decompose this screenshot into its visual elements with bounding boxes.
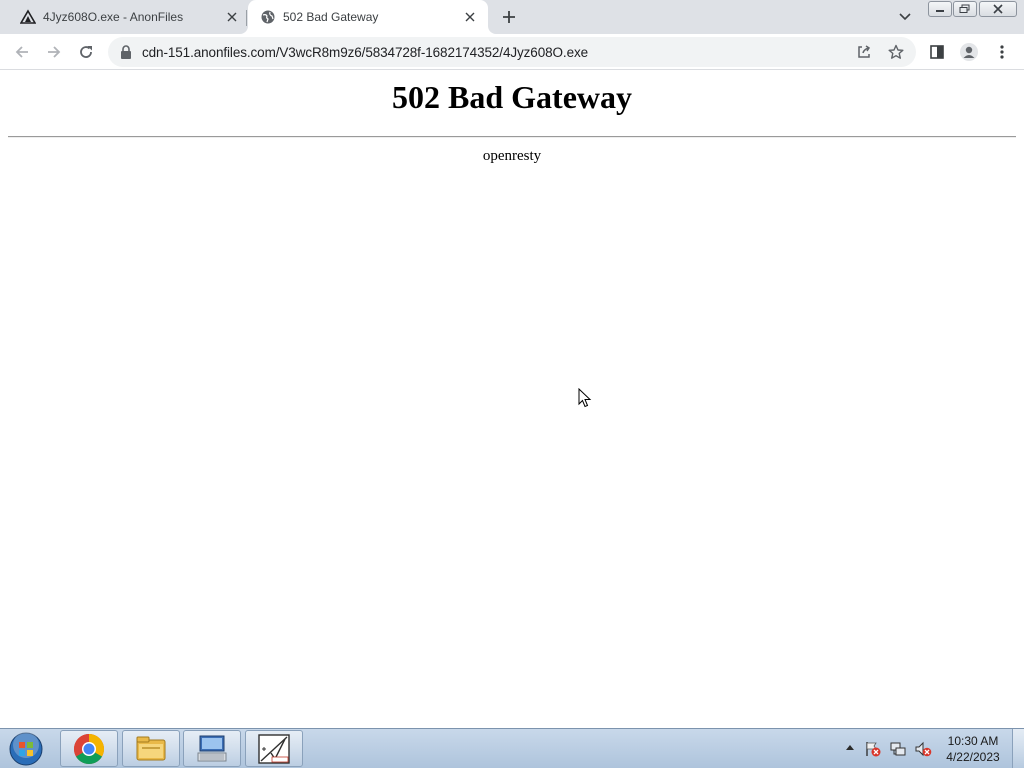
- share-button[interactable]: [854, 42, 874, 62]
- address-bar[interactable]: cdn-151.anonfiles.com/V3wcR8m9z6/5834728…: [108, 37, 916, 67]
- tab-title: 502 Bad Gateway: [283, 10, 379, 24]
- close-window-button[interactable]: [979, 1, 1017, 17]
- side-panel-button[interactable]: [925, 40, 949, 64]
- restore-button[interactable]: [953, 1, 977, 17]
- volume-muted-icon[interactable]: [914, 740, 932, 758]
- system-clock[interactable]: 10:30 AM 4/22/2023: [938, 733, 1008, 765]
- action-center-flag-icon[interactable]: [864, 740, 882, 758]
- globe-icon: [261, 10, 275, 24]
- clock-date: 4/22/2023: [946, 750, 1000, 764]
- close-tab-icon[interactable]: [462, 9, 478, 25]
- taskbar-remote-desktop-button[interactable]: [183, 730, 241, 767]
- minimize-button[interactable]: [928, 1, 952, 17]
- menu-button[interactable]: [990, 40, 1014, 64]
- start-button[interactable]: [6, 731, 46, 767]
- star-icon: [888, 44, 904, 59]
- network-icon[interactable]: [889, 740, 907, 758]
- bookmark-button[interactable]: [886, 42, 906, 62]
- anonfiles-logo-icon: [20, 9, 36, 24]
- taskbar-app-button[interactable]: [245, 730, 303, 767]
- page-title: 502 Bad Gateway: [392, 79, 632, 115]
- server-name: openresty: [482, 148, 542, 164]
- browser-toolbar: cdn-151.anonfiles.com/V3wcR8m9z6/5834728…: [0, 34, 1024, 70]
- tab-anonfiles[interactable]: 4Jyz608O.exe - AnonFiles: [8, 0, 246, 34]
- tab-strip: 4Jyz608O.exe - AnonFiles 502 Bad Gateway: [0, 0, 1024, 34]
- kebab-menu-icon: [1000, 45, 1004, 59]
- tab-separator: [246, 10, 247, 26]
- app-icon: [258, 733, 290, 764]
- arrow-left-icon: [15, 46, 28, 58]
- lock-icon[interactable]: [120, 45, 132, 59]
- windows-start-orb-icon: [9, 732, 43, 766]
- new-tab-button[interactable]: [497, 5, 521, 29]
- file-explorer-icon: [136, 736, 166, 760]
- chevron-up-icon: [846, 745, 854, 750]
- show-desktop-button[interactable]: [1012, 729, 1024, 768]
- taskbar-explorer-button[interactable]: [122, 730, 180, 767]
- reload-icon: [80, 46, 92, 58]
- tab-title: 4Jyz608O.exe - AnonFiles: [43, 10, 184, 24]
- arrow-right-icon: [48, 46, 61, 58]
- taskbar-chrome-button[interactable]: [60, 730, 118, 767]
- reload-button[interactable]: [74, 40, 98, 64]
- taskbar: 10:30 AM 4/22/2023: [0, 728, 1024, 768]
- side-panel-icon: [930, 45, 944, 59]
- plus-icon: [503, 11, 515, 23]
- minimize-icon: [936, 10, 944, 12]
- divider: [8, 136, 1016, 138]
- avatar-icon: [960, 43, 978, 61]
- back-button[interactable]: [10, 40, 34, 64]
- share-icon: [858, 45, 871, 58]
- show-hidden-icons-button[interactable]: [844, 741, 856, 753]
- url-text[interactable]: cdn-151.anonfiles.com/V3wcR8m9z6/5834728…: [142, 45, 588, 60]
- restore-icon: [959, 4, 970, 13]
- tab-search-button[interactable]: [893, 7, 917, 27]
- tab-502-bad-gateway[interactable]: 502 Bad Gateway: [248, 0, 488, 34]
- page-viewport: 502 Bad Gateway openresty: [0, 71, 1024, 728]
- remote-desktop-icon: [197, 735, 227, 761]
- close-tab-icon[interactable]: [224, 9, 240, 25]
- forward-button[interactable]: [42, 40, 66, 64]
- mouse-cursor-icon: [578, 388, 592, 408]
- close-icon: [993, 4, 1003, 14]
- clock-time: 10:30 AM: [947, 734, 999, 748]
- chrome-icon: [73, 733, 105, 764]
- profile-button[interactable]: [957, 40, 981, 64]
- chevron-down-icon: [899, 13, 911, 21]
